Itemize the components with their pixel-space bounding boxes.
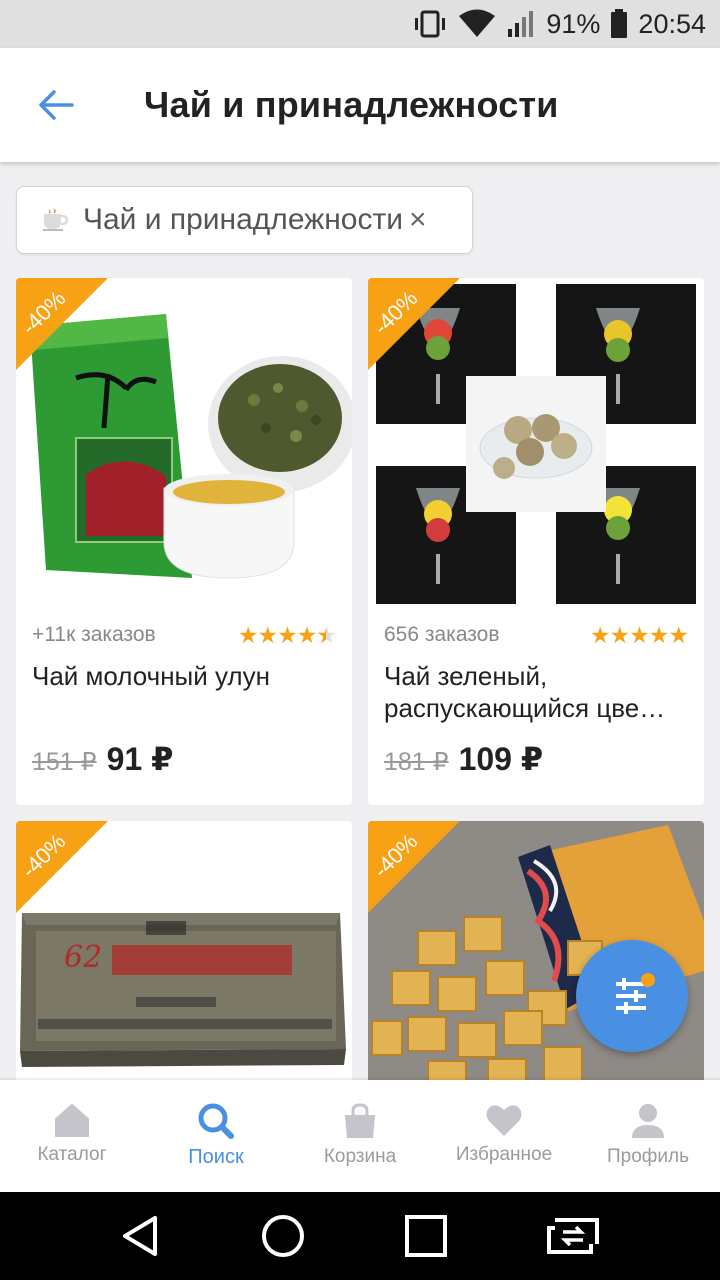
nav-search[interactable]: Поиск — [144, 1080, 288, 1192]
product-meta: 656 заказов ★★★★★ — [384, 620, 689, 650]
page-title: Чай и принадлежности — [144, 84, 559, 125]
product-name: Чай зеленый, распускающийся цве… — [384, 661, 666, 723]
heart-icon — [486, 1105, 522, 1136]
back-button[interactable] — [26, 75, 86, 135]
product-name: Чай молочный улун — [32, 661, 270, 691]
app-bar: Чай и принадлежности — [0, 48, 720, 162]
category-filter-chip[interactable]: Чай и принадлежности × — [16, 186, 473, 254]
nav-favorites[interactable]: Избранное — [432, 1080, 576, 1192]
switch-app-icon[interactable] — [545, 1216, 601, 1256]
clock: 20:54 — [638, 8, 706, 39]
battery-icon — [610, 9, 628, 39]
system-navigation-bar — [0, 1192, 720, 1280]
old-price: 181 ₽ — [384, 748, 449, 776]
product-card[interactable]: -40% +11к заказов ★★★★★★ Чай молочный ул… — [16, 278, 352, 805]
arrow-back-icon — [39, 90, 74, 120]
signal-icon — [506, 9, 536, 39]
status-bar: 91% 20:54 — [0, 0, 720, 48]
current-price: 109 ₽ — [458, 741, 544, 777]
current-price: 91 ₽ — [106, 741, 174, 777]
nav-label: Избранное — [455, 1144, 553, 1165]
wifi-icon — [458, 9, 496, 39]
vibrate-icon — [412, 9, 448, 39]
rating-stars: ★★★★★★ — [237, 621, 337, 648]
rating-stars: ★★★★★ — [589, 621, 689, 648]
chip-close-icon[interactable]: × — [409, 203, 427, 237]
home-circle-icon[interactable] — [260, 1213, 306, 1259]
old-price: 151 ₽ — [32, 748, 97, 776]
person-icon — [632, 1104, 664, 1138]
price-row: 181 ₽ 109 ₽ — [384, 740, 543, 778]
home-icon — [55, 1104, 89, 1137]
product-meta: +11к заказов ★★★★★★ — [32, 620, 337, 650]
price-row: 151 ₽ 91 ₽ — [32, 740, 173, 778]
nav-label: Профиль — [606, 1146, 690, 1167]
nav-label: Поиск — [188, 1146, 244, 1168]
bag-icon — [345, 1103, 375, 1138]
back-triangle-icon[interactable] — [119, 1214, 163, 1258]
bottom-navigation: Каталог Поиск Корзина Избранное Профиль — [0, 1080, 720, 1192]
product-list[interactable]: Чай и принадлежности × -40% +11к заказов… — [0, 162, 720, 1080]
nav-label: Корзина — [323, 1146, 397, 1167]
filter-sliders-icon — [616, 973, 655, 1014]
nav-catalog[interactable]: Каталог — [0, 1080, 144, 1192]
nav-cart[interactable]: Корзина — [288, 1080, 432, 1192]
recents-square-icon[interactable] — [404, 1214, 448, 1258]
chip-label: Чай и принадлежности — [83, 203, 403, 236]
orders-count: +11к заказов — [32, 623, 156, 646]
nav-profile[interactable]: Профиль — [576, 1080, 720, 1192]
product-card[interactable]: -40% 656 заказов ★★★★★ Чай зеленый, расп… — [368, 278, 704, 805]
search-icon — [198, 1103, 234, 1139]
svg-text:62: 62 — [64, 940, 102, 975]
nav-label: Каталог — [37, 1144, 107, 1165]
star-half: ★★ — [316, 621, 337, 648]
orders-count: 656 заказов — [384, 623, 500, 646]
battery-percent: 91% — [546, 8, 601, 39]
tea-cup-icon — [41, 208, 69, 232]
product-card[interactable]: 62 -40% — [16, 821, 352, 1080]
filter-fab-button[interactable] — [576, 940, 688, 1052]
